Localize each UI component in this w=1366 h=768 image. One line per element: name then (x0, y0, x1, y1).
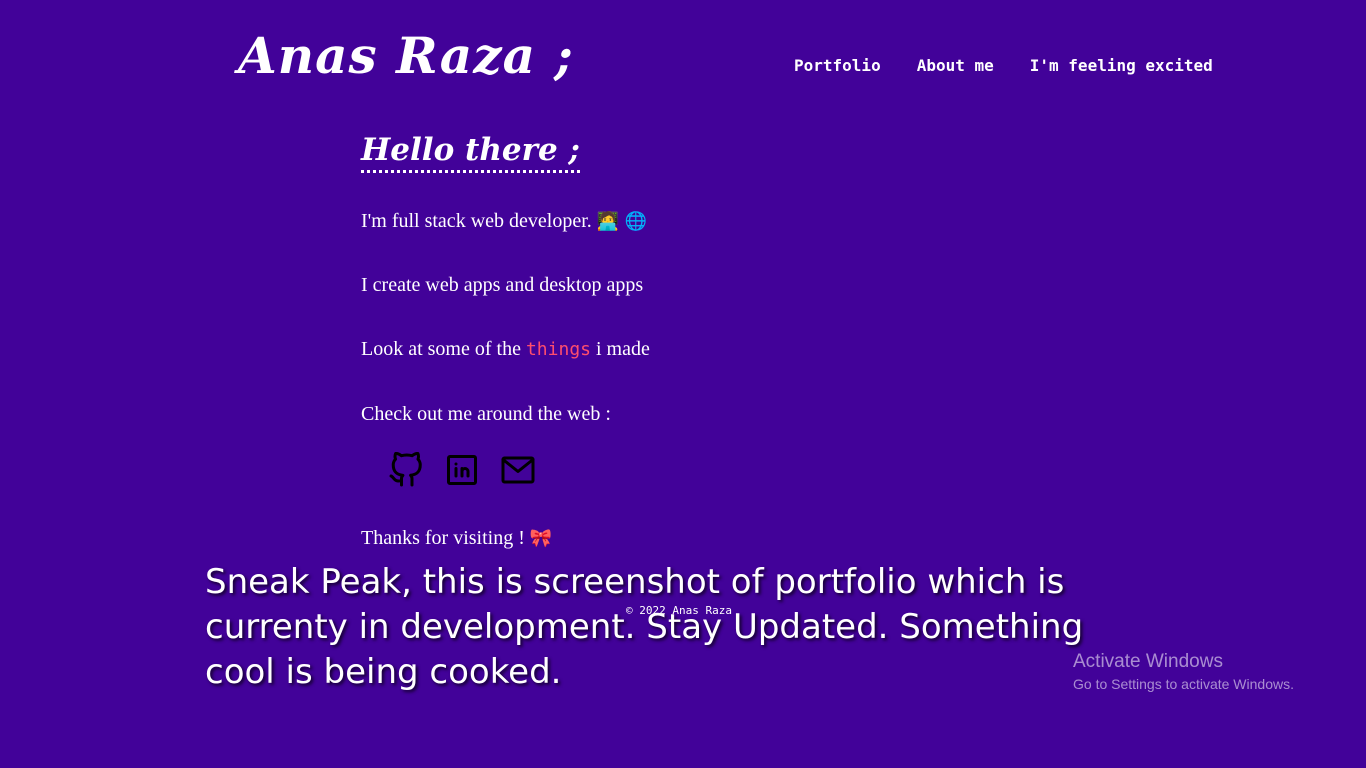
nav-about-me[interactable]: About me (917, 56, 994, 75)
intro-line-web: Check out me around the web : (361, 403, 611, 425)
developer-text: I'm full stack web developer. (361, 210, 592, 232)
things-text-after: i made (596, 338, 650, 360)
thanks-text: Thanks for visiting ! (361, 527, 525, 549)
main-nav: Portfolio About me I'm feeling excited (794, 56, 1213, 75)
github-icon[interactable] (388, 451, 424, 488)
things-link[interactable]: things (526, 339, 591, 360)
intro-section: Hello there ; I'm full stack web develop… (361, 130, 961, 549)
activate-subtitle: Go to Settings to activate Windows. (1073, 676, 1294, 692)
things-text-before: Look at some of the (361, 338, 521, 360)
intro-line-apps: I create web apps and desktop apps (361, 274, 644, 296)
thanks-line: Thanks for visiting ! 🎀 (361, 527, 552, 550)
intro-line-developer: I'm full stack web developer. 🧑‍💻 🌐 (361, 210, 647, 233)
linkedin-icon[interactable] (444, 452, 480, 488)
mail-icon[interactable] (500, 452, 536, 488)
intro-line-things: Look at some of the things i made (361, 338, 650, 361)
nav-feeling-excited[interactable]: I'm feeling excited (1030, 56, 1213, 75)
activate-title: Activate Windows (1073, 651, 1223, 672)
intro-heading: Hello there ; (361, 130, 580, 173)
nav-portfolio[interactable]: Portfolio (794, 56, 881, 75)
ribbon-emoji: 🎀 (529, 528, 553, 549)
developer-emoji: 🧑‍💻 🌐 (596, 211, 648, 232)
sneak-peak-caption: Sneak Peak, this is screenshot of portfo… (205, 562, 1084, 692)
social-links (388, 451, 536, 488)
activate-windows-watermark: Activate Windows Go to Settings to activ… (1073, 651, 1294, 695)
site-logo[interactable]: Anas Raza ; (238, 26, 574, 85)
